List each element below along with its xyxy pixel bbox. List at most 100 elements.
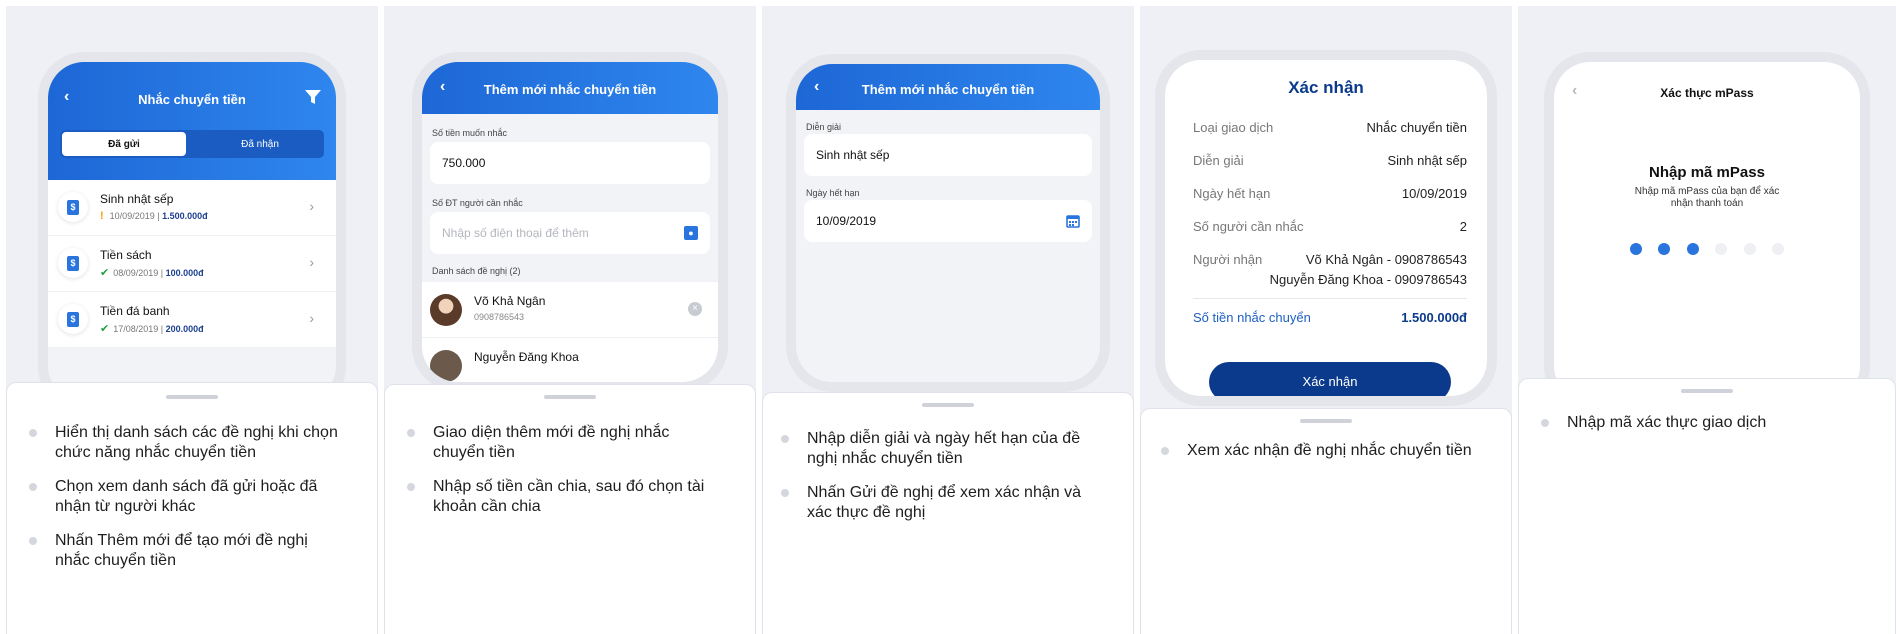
app-header: ‹ Thêm mới nhắc chuyển tiền: [796, 64, 1100, 110]
remove-icon[interactable]: ×: [688, 302, 702, 316]
info-value: 2: [1459, 219, 1467, 234]
tab-received[interactable]: Đã nhận: [198, 132, 322, 156]
list-item[interactable]: $ Tiền sách ✔ 08/09/2019 | 100.000đ ›: [48, 236, 336, 292]
phone-input[interactable]: Nhập số điện thoại để thêm ●: [430, 212, 710, 254]
tab-sent[interactable]: Đã gửi: [62, 132, 186, 156]
mpass-heading: Nhập mã mPass: [1649, 164, 1765, 181]
pin-dot-empty: [1715, 243, 1728, 255]
panel-add-request: ‹ Thêm mới nhắc chuyển tiền Số tiền muốn…: [384, 6, 756, 634]
description-sheet: Nhập diễn giải và ngày hết hạn của đề ng…: [762, 392, 1134, 634]
drag-handle[interactable]: [1681, 389, 1733, 393]
item-title: Sinh nhật sếp: [100, 192, 174, 206]
description-input[interactable]: Sinh nhật sếp: [804, 134, 1092, 176]
description-item: Nhấn Gửi đề nghị để xem xác nhận và xác …: [781, 483, 1099, 523]
drag-handle[interactable]: [922, 403, 974, 407]
screen-title: Xác nhận: [1288, 78, 1364, 97]
description-list: Nhập diễn giải và ngày hết hạn của đề ng…: [781, 429, 1099, 537]
description-sheet: Giao diện thêm mới đề nghị nhắc chuyển t…: [384, 384, 756, 634]
phone-frame: ‹ Thêm mới nhắc chuyển tiền Diễn giải Si…: [786, 54, 1110, 392]
person-phone: 0908786543: [474, 312, 525, 322]
app-header: ‹ Thêm mới nhắc chuyển tiền: [422, 62, 718, 114]
pin-dots[interactable]: [1554, 242, 1860, 260]
document-icon: $: [58, 248, 88, 278]
person-row[interactable]: Nguyễn Đăng Khoa: [422, 338, 718, 382]
recipient-value: Nguyễn Đăng Khoa - 0909786543: [1269, 272, 1467, 287]
document-icon: $: [58, 304, 88, 334]
list-item[interactable]: $ Tiền đá banh ✔ 17/08/2019 | 200.000đ ›: [48, 292, 336, 348]
description-item: Nhập mã xác thực giao dịch: [1541, 413, 1881, 433]
phone-screen: ‹ Xác thực mPass Nhập mã mPass Nhập mã m…: [1554, 62, 1860, 402]
app-header: ‹ Nhắc chuyển tiền Đã gửi Đã nhận: [48, 62, 336, 180]
drag-handle[interactable]: [166, 395, 218, 399]
list-item[interactable]: $ Sinh nhật sếp ! 10/09/2019 | 1.500.000đ…: [48, 180, 336, 236]
phone-screen: ‹ Thêm mới nhắc chuyển tiền Diễn giải Si…: [796, 64, 1100, 382]
due-date-value: 10/09/2019: [816, 214, 877, 228]
amount-label: Số tiền muốn nhắc: [432, 128, 508, 138]
description-sheet: Nhập mã xác thực giao dịch: [1518, 378, 1896, 634]
drag-handle[interactable]: [1300, 419, 1352, 423]
phone-frame: ‹ Thêm mới nhắc chuyển tiền Số tiền muốn…: [412, 52, 728, 392]
info-key: Số người cần nhắc: [1193, 219, 1304, 234]
screen-title: Xác thực mPass: [1660, 86, 1754, 100]
description-sheet: Xem xác nhận đề nghị nhắc chuyển tiền: [1140, 408, 1512, 634]
description-list: Xem xác nhận đề nghị nhắc chuyển tiền: [1161, 441, 1501, 475]
amount-input[interactable]: 750.000: [430, 142, 710, 184]
panel-mpass: ‹ Xác thực mPass Nhập mã mPass Nhập mã m…: [1518, 6, 1896, 634]
description-list: Nhập mã xác thực giao dịch: [1541, 413, 1881, 447]
description-item: Nhập diễn giải và ngày hết hạn của đề ng…: [781, 429, 1099, 469]
description-item: Hiển thị danh sách các đề nghị khi chọn …: [29, 423, 345, 463]
calendar-icon[interactable]: [1066, 214, 1080, 228]
phone-screen: ‹ Thêm mới nhắc chuyển tiền Số tiền muốn…: [422, 62, 718, 382]
description-list: Hiển thị danh sách các đề nghị khi chọn …: [29, 423, 345, 585]
info-value: Sinh nhật sếp: [1387, 153, 1467, 168]
contact-book-icon[interactable]: ●: [684, 226, 698, 240]
due-date-label: Ngày hết hạn: [806, 188, 860, 198]
list-label: Danh sách đề nghị (2): [432, 266, 521, 276]
info-key: Diễn giải: [1193, 153, 1244, 168]
pin-dot-filled: [1686, 243, 1699, 255]
panel-add-details: ‹ Thêm mới nhắc chuyển tiền Diễn giải Si…: [762, 6, 1134, 634]
avatar: [430, 294, 462, 326]
screen-title: Thêm mới nhắc chuyển tiền: [861, 82, 1035, 97]
phone-placeholder: Nhập số điện thoại để thêm: [442, 226, 589, 240]
mpass-subtitle: Nhập mã mPass của bạn để xác nhận thanh …: [1634, 186, 1780, 209]
total-label: Số tiền nhắc chuyển: [1193, 310, 1311, 325]
screen-title: Nhắc chuyển tiền: [138, 92, 246, 107]
total-value: 1.500.000đ: [1401, 310, 1467, 325]
panel-confirm: Xác nhận Loại giao dịch Nhắc chuyển tiền…: [1140, 6, 1512, 634]
filter-icon[interactable]: [304, 88, 322, 106]
drag-handle[interactable]: [544, 395, 596, 399]
check-icon: ✔: [100, 323, 110, 335]
pin-dot-filled: [1658, 243, 1671, 255]
chevron-right-icon: ›: [309, 254, 314, 270]
chevron-right-icon: ›: [309, 310, 314, 326]
info-key: Ngày hết hạn: [1193, 186, 1271, 201]
divider: [1193, 298, 1467, 299]
screen-title: Thêm mới nhắc chuyển tiền: [483, 82, 657, 97]
person-row[interactable]: Võ Khả Ngân 0908786543 ×: [422, 282, 718, 338]
pin-dot-empty: [1743, 243, 1756, 255]
phone-frame: ‹ Xác thực mPass Nhập mã mPass Nhập mã m…: [1544, 52, 1870, 412]
description-sheet: Hiển thị danh sách các đề nghị khi chọn …: [6, 382, 378, 634]
person-name: Nguyễn Đăng Khoa: [474, 350, 579, 364]
pin-dot-filled: [1629, 243, 1642, 255]
document-icon: $: [58, 192, 88, 222]
panel-request-list: ‹ Nhắc chuyển tiền Đã gửi Đã nhận $ Sinh…: [6, 6, 378, 634]
info-key: Loại giao dịch: [1193, 120, 1274, 135]
due-date-input[interactable]: 10/09/2019: [804, 200, 1092, 242]
item-meta: ✔ 17/08/2019 | 200.000đ: [100, 323, 204, 335]
warning-icon: !: [100, 210, 104, 222]
info-value: 10/09/2019: [1401, 186, 1467, 201]
recipient-value: Võ Khả Ngân - 0908786543: [1305, 252, 1467, 267]
confirm-button[interactable]: Xác nhận: [1209, 362, 1451, 396]
phone-frame: ‹ Nhắc chuyển tiền Đã gửi Đã nhận $ Sinh…: [38, 52, 346, 412]
pin-dot-empty: [1772, 243, 1785, 255]
info-value: Nhắc chuyển tiền: [1366, 120, 1467, 135]
description-item: Nhập số tiền cần chia, sau đó chọn tài k…: [407, 477, 707, 517]
description-list: Giao diện thêm mới đề nghị nhắc chuyển t…: [407, 423, 707, 531]
tab-bar: Đã gửi Đã nhận: [60, 130, 324, 158]
phone-screen: Xác nhận Loại giao dịch Nhắc chuyển tiền…: [1165, 60, 1487, 396]
description-item: Nhấn Thêm mới để tạo mới đề nghị nhắc ch…: [29, 531, 345, 571]
item-meta: ! 10/09/2019 | 1.500.000đ: [100, 210, 208, 222]
item-title: Tiền đá banh: [100, 304, 170, 318]
